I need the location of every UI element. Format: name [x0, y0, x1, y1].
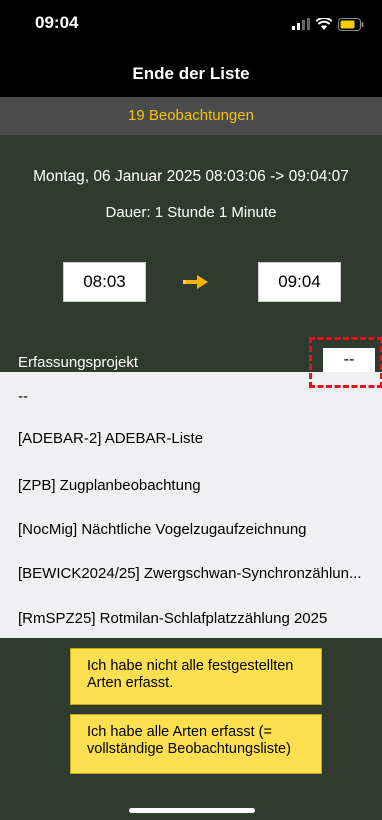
- home-indicator[interactable]: [129, 808, 255, 813]
- observation-count: 19 Beobachtungen: [0, 97, 382, 135]
- dropdown-option-nocmig[interactable]: [NocMig] Nächtliche Vogelzugaufzeichnung: [18, 521, 374, 538]
- project-label: Erfassungsprojekt: [18, 354, 139, 371]
- arrow-right-icon: [183, 275, 208, 289]
- dropdown-option-bewick[interactable]: [BEWICK2024/25] Zwergschwan-Synchronzähl…: [18, 565, 374, 582]
- nav-bar: Ende der Liste: [0, 50, 382, 97]
- complete-list-button[interactable]: Ich habe alle Arten erfasst (= vollständ…: [70, 714, 322, 774]
- dropdown-option-adebar[interactable]: [ADEBAR-2] ADEBAR-Liste: [18, 430, 374, 447]
- status-time: 09:04: [35, 13, 79, 32]
- project-dropdown-menu: -- [ADEBAR-2] ADEBAR-Liste [ZPB] Zugplan…: [0, 372, 382, 638]
- battery-icon: [338, 17, 364, 31]
- status-icons: [292, 17, 364, 31]
- status-bar: 09:04: [0, 0, 382, 50]
- dropdown-option-rmspz[interactable]: [RmSPZ25] Rotmilan-Schlafplatzzählung 20…: [18, 610, 374, 627]
- dropdown-option-zpb[interactable]: [ZPB] Zugplanbeobachtung: [18, 477, 374, 494]
- wifi-icon: [316, 18, 332, 30]
- incomplete-list-button[interactable]: Ich habe nicht alle festgestellten Arten…: [70, 648, 322, 705]
- signal-icon: [292, 18, 310, 30]
- page-title: Ende der Liste: [132, 64, 250, 83]
- session-date-range: Montag, 06 Januar 2025 08:03:06 -> 09:04…: [33, 168, 349, 185]
- start-time-field[interactable]: 08:03: [63, 262, 146, 302]
- session-duration: Dauer: 1 Stunde 1 Minute: [105, 204, 277, 221]
- dropdown-option-none[interactable]: --: [18, 388, 374, 405]
- end-time-field[interactable]: 09:04: [258, 262, 341, 302]
- highlight-marker: [309, 337, 382, 388]
